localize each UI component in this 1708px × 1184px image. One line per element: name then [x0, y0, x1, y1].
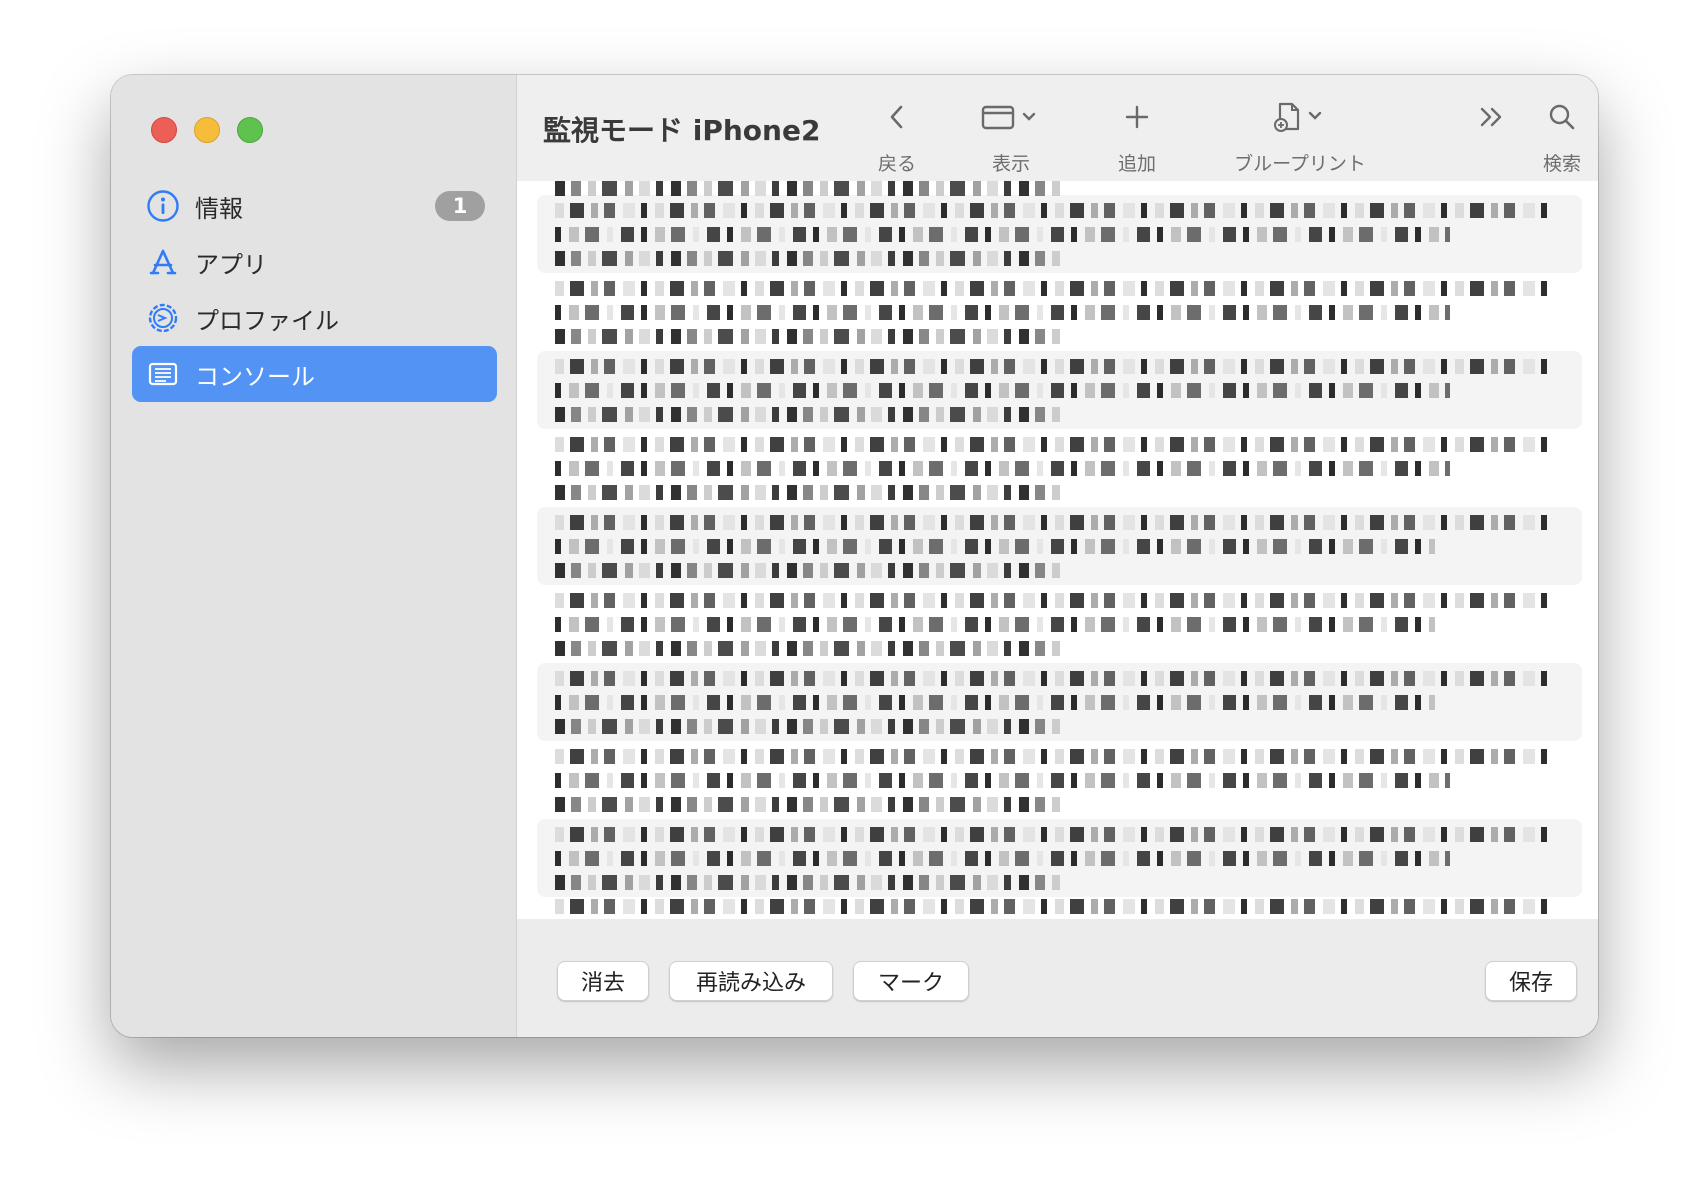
sidebar: 情報 1 アプリ プロファイル コンソール — [111, 75, 517, 1037]
plus-icon — [1123, 103, 1151, 135]
log-line-redacted — [555, 359, 1555, 374]
log-line-redacted — [555, 539, 1435, 554]
log-line-redacted — [555, 461, 1450, 476]
main-pane: 監視モード iPhone2 戻る 表示 追加 ブループリント 検索 消去 再読み… — [517, 75, 1598, 1037]
log-line-redacted — [555, 749, 1555, 764]
window-controls — [151, 117, 263, 143]
sidebar-item-label: プロファイル — [195, 306, 339, 335]
sidebar-item-label: 情報 — [195, 194, 243, 223]
log-line-redacted — [555, 827, 1555, 842]
console-list-icon — [145, 356, 181, 392]
blueprint-label: ブループリント — [1234, 153, 1366, 175]
sidebar-item-apps[interactable]: アプリ — [132, 234, 497, 290]
zoom-button[interactable] — [237, 117, 263, 143]
chevron-left-icon — [885, 103, 909, 135]
document-add-icon — [1272, 101, 1328, 137]
log-line-redacted — [555, 281, 1555, 296]
log-line-redacted — [555, 227, 1450, 242]
blueprint-menu-button[interactable]: ブループリント — [1225, 95, 1375, 176]
sidebar-item-label: アプリ — [195, 250, 267, 279]
window-title: 監視モード iPhone2 — [543, 114, 821, 147]
log-line-redacted — [555, 203, 1555, 218]
log-line-redacted — [555, 485, 1060, 500]
log-line-redacted — [555, 515, 1555, 530]
toolbar: 監視モード iPhone2 戻る 表示 追加 ブループリント 検索 — [517, 75, 1598, 181]
log-line-redacted — [555, 875, 1060, 890]
sidebar-item-console[interactable]: コンソール — [132, 346, 497, 402]
log-line-redacted — [555, 251, 1060, 266]
log-line-redacted — [555, 593, 1555, 608]
gear-badge-icon — [145, 300, 181, 336]
log-line-redacted — [555, 671, 1555, 686]
search-button[interactable]: 検索 — [1532, 95, 1592, 176]
back-button[interactable]: 戻る — [857, 95, 937, 176]
log-line-redacted — [555, 641, 1060, 656]
window-view-icon — [980, 103, 1042, 135]
log-line-redacted — [555, 437, 1555, 452]
log-line-redacted — [555, 719, 1060, 734]
log-line-redacted — [555, 407, 1060, 422]
mark-button[interactable]: マーク — [853, 961, 969, 1001]
log-line-redacted — [555, 383, 1450, 398]
add-label: 追加 — [1117, 153, 1156, 175]
more-toolbar-button[interactable] — [1467, 95, 1517, 143]
double-chevron-right-icon — [1476, 103, 1508, 135]
sidebar-nav: 情報 1 アプリ プロファイル コンソール — [132, 178, 497, 402]
minimize-button[interactable] — [194, 117, 220, 143]
console-log-area[interactable] — [517, 181, 1598, 919]
log-line-redacted — [555, 899, 1555, 914]
log-line-redacted — [555, 797, 1060, 812]
log-line-redacted — [555, 695, 1435, 710]
add-button[interactable]: 追加 — [1097, 95, 1177, 176]
app-window: 情報 1 アプリ プロファイル コンソール 監視モード iPhone2 戻る 表… — [111, 75, 1598, 1037]
sidebar-item-profiles[interactable]: プロファイル — [132, 290, 497, 346]
log-line-redacted — [555, 773, 1450, 788]
sidebar-item-info[interactable]: 情報 1 — [132, 178, 497, 234]
view-label: 表示 — [991, 153, 1030, 175]
info-circle-icon — [145, 188, 181, 224]
close-button[interactable] — [151, 117, 177, 143]
save-button[interactable]: 保存 — [1485, 961, 1577, 1001]
footer-bar: 消去 再読み込み マーク 保存 — [517, 919, 1598, 1037]
back-label: 戻る — [877, 153, 916, 175]
app-store-icon — [145, 244, 181, 280]
sidebar-item-label: コンソール — [195, 362, 315, 391]
log-line-redacted — [555, 181, 1060, 196]
count-badge: 1 — [435, 191, 485, 221]
magnifier-icon — [1547, 102, 1577, 136]
log-line-redacted — [555, 617, 1435, 632]
log-line-redacted — [555, 305, 1450, 320]
view-menu-button[interactable]: 表示 — [963, 95, 1059, 176]
reload-button[interactable]: 再読み込み — [669, 961, 833, 1001]
search-label: 検索 — [1542, 153, 1581, 175]
log-line-redacted — [555, 851, 1450, 866]
log-line-redacted — [555, 329, 1060, 344]
clear-button[interactable]: 消去 — [557, 961, 649, 1001]
log-line-redacted — [555, 563, 1060, 578]
